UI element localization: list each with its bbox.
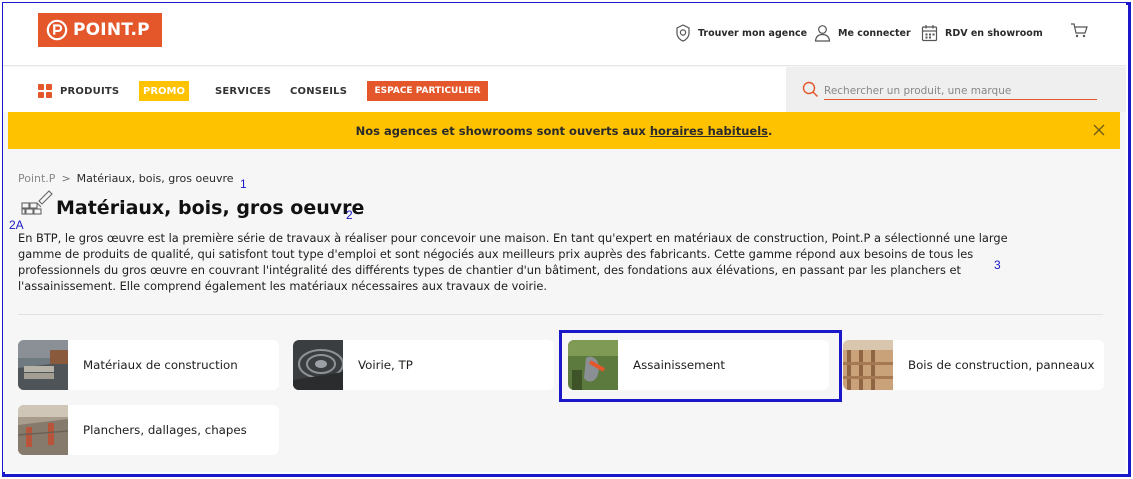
close-icon[interactable] — [1092, 123, 1106, 137]
category-label: Bois de construction, panneaux — [908, 358, 1095, 372]
find-agency-label: Trouver mon agence — [698, 27, 808, 39]
nav-services[interactable]: SERVICES — [215, 81, 271, 101]
category-label: Matériaux de construction — [83, 358, 238, 372]
nav-produits[interactable]: PRODUITS — [38, 81, 119, 101]
annotation-3: 3 — [994, 258, 1001, 272]
category-label: Planchers, dallages, chapes — [83, 423, 247, 437]
search-icon[interactable] — [802, 81, 819, 98]
banner-hours-link[interactable]: horaires habituels — [650, 124, 768, 138]
category-card-voirie-tp[interactable]: Voirie, TP — [293, 340, 554, 390]
search-box — [786, 67, 1126, 112]
category-card-materiaux-construction[interactable]: Matériaux de construction — [18, 340, 279, 390]
banner-text: Nos agences et showrooms sont ouverts au… — [355, 123, 646, 138]
category-card-bois-construction[interactable]: Bois de construction, panneaux — [843, 340, 1104, 390]
planchers-thumbnail — [18, 405, 68, 455]
top-header: POINT.P Trouver mon agence Me connecter — [3, 3, 1126, 66]
main-nav: PRODUITS PROMO SERVICES CONSEILS ESPACE … — [3, 67, 1126, 112]
cart-icon — [1071, 23, 1088, 38]
page: POINT.P Trouver mon agence Me connecter — [3, 3, 1126, 472]
point-p-logo-icon — [46, 19, 68, 41]
annotation-highlight-box — [559, 330, 842, 402]
info-banner: Nos agences et showrooms sont ouverts au… — [8, 112, 1120, 149]
annotation-1: 1 — [240, 177, 247, 191]
category-label: Voirie, TP — [358, 358, 413, 372]
category-card-planchers[interactable]: Planchers, dallages, chapes — [18, 405, 279, 455]
materiaux-construction-thumbnail — [18, 340, 68, 390]
cart-button[interactable] — [1070, 22, 1088, 42]
logo[interactable]: POINT.P — [38, 13, 162, 47]
user-icon — [814, 25, 831, 42]
voirie-tp-thumbnail — [293, 340, 343, 390]
divider — [18, 314, 1103, 315]
nav-promo[interactable]: PROMO — [139, 81, 189, 101]
breadcrumb-home[interactable]: Point.P — [18, 172, 55, 185]
grid-icon — [38, 84, 52, 98]
search-input[interactable] — [824, 82, 1097, 100]
showroom-appointment-link[interactable]: RDV en showroom — [921, 20, 1043, 46]
breadcrumb-separator: > — [61, 172, 71, 185]
breadcrumb-current: Matériaux, bois, gros oeuvre — [76, 172, 234, 185]
logo-text: POINT.P — [73, 20, 150, 40]
breadcrumb: Point.P > Matériaux, bois, gros oeuvre — [18, 172, 234, 185]
showroom-label: RDV en showroom — [945, 27, 1043, 39]
bois-construction-thumbnail — [843, 340, 893, 390]
category-description: En BTP, le gros œuvre est la première sé… — [18, 231, 1008, 293]
annotation-2: 2 — [346, 208, 353, 222]
location-shield-icon — [676, 24, 690, 42]
find-agency-link[interactable]: Trouver mon agence — [675, 20, 807, 46]
building-materials-icon — [21, 190, 53, 215]
login-label: Me connecter — [838, 27, 911, 39]
banner-end: . — [768, 123, 773, 138]
calendar-icon — [921, 25, 938, 42]
login-link[interactable]: Me connecter — [814, 20, 911, 46]
nav-produits-label: PRODUITS — [60, 85, 120, 97]
nav-conseils[interactable]: CONSEILS — [290, 81, 347, 101]
page-title: Matériaux, bois, gros oeuvre — [56, 197, 365, 219]
nav-espace-particulier[interactable]: ESPACE PARTICULIER — [367, 81, 488, 101]
